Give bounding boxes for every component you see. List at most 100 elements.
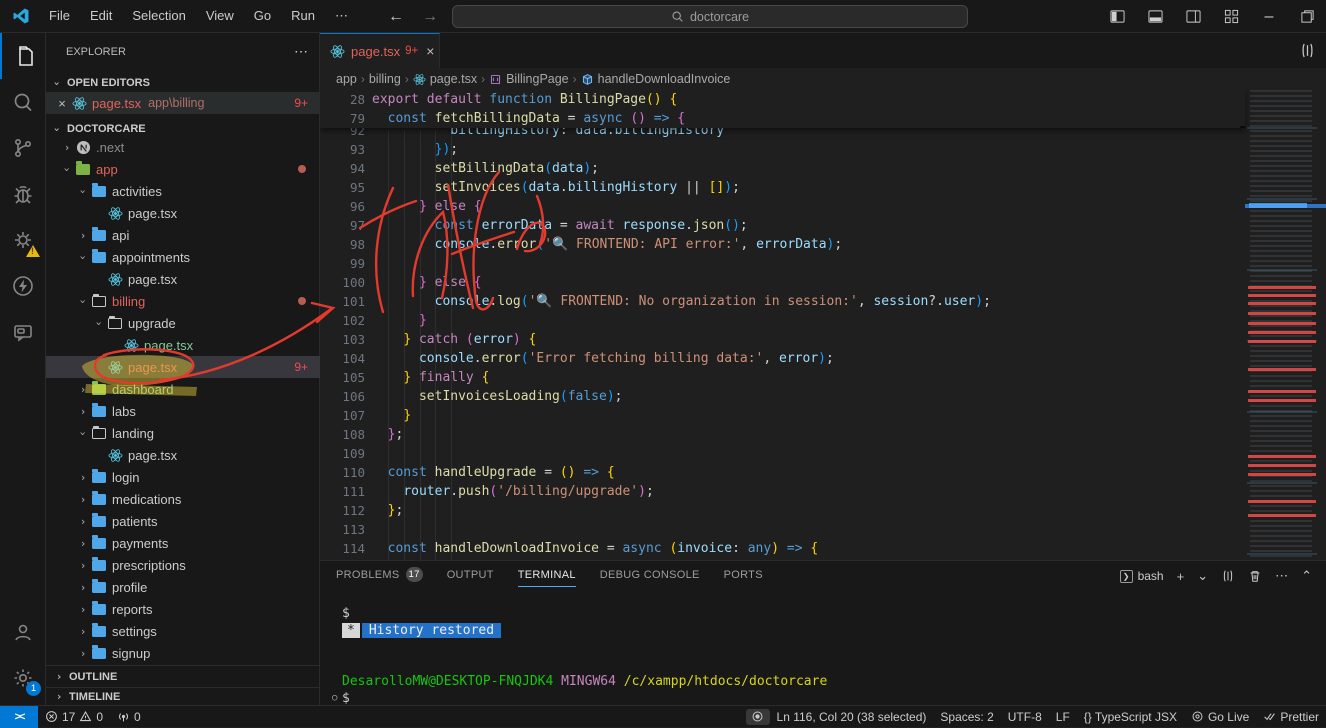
source-control-icon[interactable] <box>0 125 46 171</box>
settings-gear-icon[interactable]: 1 <box>0 655 46 701</box>
minimap[interactable] <box>1245 90 1326 560</box>
close-icon[interactable]: × <box>54 96 70 111</box>
code-editor[interactable]: 92 billingHistory: data.billingHistory93… <box>320 90 1326 560</box>
timeline-section-header[interactable]: › TIMELINE <box>46 687 319 705</box>
forwarded-ports[interactable]: 0 <box>110 706 148 728</box>
breadcrumb-item-billingpage[interactable]: BillingPage <box>489 72 569 86</box>
tree-item-page-tsx[interactable]: page.tsx <box>46 444 320 466</box>
split-editor-icon[interactable] <box>1299 42 1316 64</box>
tree-item-billing[interactable]: ›billing <box>46 290 320 312</box>
breadcrumb-item-handledownloadinvoice[interactable]: handleDownloadInvoice <box>581 72 731 86</box>
code-line-99: 99 <box>320 254 1240 273</box>
panel-tab-ports[interactable]: PORTS <box>724 569 763 587</box>
kill-terminal-icon[interactable] <box>1248 569 1262 583</box>
maximize-panel-icon[interactable]: ⌃ <box>1301 568 1312 584</box>
minimize-icon[interactable]: – <box>1250 0 1288 33</box>
layout-secondary-sidebar-icon[interactable] <box>1174 0 1212 33</box>
breadcrumb-item-app[interactable]: app <box>336 72 357 86</box>
menu-more[interactable]: ⋯ <box>326 5 357 27</box>
breadcrumb-item-page.tsx[interactable]: page.tsx <box>413 72 477 86</box>
tree-item-settings[interactable]: ›settings <box>46 620 320 642</box>
extensions-icon[interactable] <box>0 217 46 263</box>
tree-item--next[interactable]: ›.next <box>46 136 320 158</box>
line-number: 111 <box>320 484 365 499</box>
tree-item-prescriptions[interactable]: ›prescriptions <box>46 554 320 576</box>
prettier[interactable]: Prettier <box>1256 706 1326 728</box>
nav-forward-icon[interactable]: → <box>422 8 438 26</box>
panel-tab-output[interactable]: OUTPUT <box>447 569 494 587</box>
menu-go[interactable]: Go <box>245 5 280 27</box>
menu-edit[interactable]: Edit <box>81 5 121 27</box>
tab-page-tsx[interactable]: page.tsx 9+ × <box>320 33 440 68</box>
open-editors-header[interactable]: › OPEN EDITORS <box>50 72 319 94</box>
minimap-error-mark <box>1248 368 1316 371</box>
tree-item-medications[interactable]: ›medications <box>46 488 320 510</box>
tree-item-appointments[interactable]: ›appointments <box>46 246 320 268</box>
tree-item-api[interactable]: ›api <box>46 224 320 246</box>
restore-icon[interactable] <box>1288 0 1326 33</box>
remote-indicator[interactable]: >< <box>0 706 38 728</box>
tree-item-page-tsx[interactable]: page.tsx9+ <box>46 356 320 378</box>
tree-item-page-tsx[interactable]: page.tsx <box>46 202 320 224</box>
open-editor-item[interactable]: ×page.tsxapp\billing9+ <box>46 92 320 114</box>
encoding[interactable]: UTF-8 <box>1001 706 1049 728</box>
chevron-icon: › <box>76 383 90 396</box>
accounts-icon[interactable] <box>0 609 46 655</box>
tree-item-landing[interactable]: ›landing <box>46 422 320 444</box>
terminal-content[interactable]: $*History restoredDesarolloMW@DESKTOP-FN… <box>332 595 1316 705</box>
tree-item-login[interactable]: ›login <box>46 466 320 488</box>
search-icon[interactable] <box>0 79 46 125</box>
react-file-icon <box>106 448 124 463</box>
indentation[interactable]: Spaces: 2 <box>933 706 1000 728</box>
layout-panel-icon[interactable] <box>1136 0 1174 33</box>
screencast-button[interactable] <box>746 709 770 725</box>
outline-section-header[interactable]: › OUTLINE <box>46 665 319 687</box>
command-center-search[interactable]: doctorcare <box>452 5 968 28</box>
menu-selection[interactable]: Selection <box>123 5 194 27</box>
warning-icon <box>79 710 92 723</box>
panel-tab-debug-console[interactable]: DEBUG CONSOLE <box>600 569 700 587</box>
comments-icon[interactable] <box>0 309 46 355</box>
language-mode[interactable]: {} TypeScript JSX <box>1077 706 1184 728</box>
nav-back-icon[interactable]: ← <box>388 8 404 26</box>
panel-tab-terminal[interactable]: TERMINAL <box>518 569 576 587</box>
tree-item-profile[interactable]: ›profile <box>46 576 320 598</box>
new-terminal-icon[interactable]: + <box>1177 569 1185 584</box>
more-actions-icon[interactable]: ⋯ <box>1275 568 1288 584</box>
tree-item-payments[interactable]: ›payments <box>46 532 320 554</box>
layout-sidebar-icon[interactable] <box>1098 0 1136 33</box>
split-terminal-icon[interactable] <box>1221 569 1235 583</box>
tree-item-page-tsx[interactable]: page.tsx <box>46 268 320 290</box>
go-live[interactable]: Go Live <box>1184 706 1256 728</box>
customize-layout-icon[interactable] <box>1212 0 1250 33</box>
cursor-position[interactable]: Ln 116, Col 20 (38 selected) <box>770 706 934 728</box>
explorer-icon[interactable] <box>0 33 46 79</box>
run-debug-icon[interactable] <box>0 171 46 217</box>
terminal-instance-bash[interactable]: ❯ bash <box>1120 569 1164 583</box>
command-decoration-icon[interactable]: ○ <box>332 693 337 703</box>
tree-item-label: page.tsx <box>128 206 177 221</box>
menu-file[interactable]: File <box>40 5 79 27</box>
folder-icon <box>90 472 108 483</box>
tree-item-activities[interactable]: ›activities <box>46 180 320 202</box>
tree-item-page-tsx[interactable]: page.tsx <box>46 334 320 356</box>
tree-item-signup[interactable]: ›signup <box>46 642 320 664</box>
menu-view[interactable]: View <box>197 5 243 27</box>
tree-item-app[interactable]: ›app <box>46 158 320 180</box>
eol[interactable]: LF <box>1049 706 1077 728</box>
panel-tab-problems[interactable]: PROBLEMS17 <box>336 567 423 588</box>
tree-item-patients[interactable]: ›patients <box>46 510 320 532</box>
tree-item-label: app <box>96 162 118 177</box>
tree-item-upgrade[interactable]: ›upgrade <box>46 312 320 334</box>
tree-item-dashboard[interactable]: ›dashboard <box>46 378 320 400</box>
breadcrumb-item-billing[interactable]: billing <box>369 72 401 86</box>
tree-item-labs[interactable]: ›labs <box>46 400 320 422</box>
tab-close-icon[interactable]: × <box>426 43 434 59</box>
chevron-icon: › <box>77 294 90 308</box>
problems-status[interactable]: 17 0 <box>38 706 110 728</box>
thunder-client-icon[interactable] <box>0 263 46 309</box>
menu-run[interactable]: Run <box>282 5 324 27</box>
tree-item-reports[interactable]: ›reports <box>46 598 320 620</box>
terminal-dropdown-icon[interactable]: ⌄ <box>1197 568 1208 584</box>
explorer-more-icon[interactable]: ⋯ <box>294 43 309 60</box>
